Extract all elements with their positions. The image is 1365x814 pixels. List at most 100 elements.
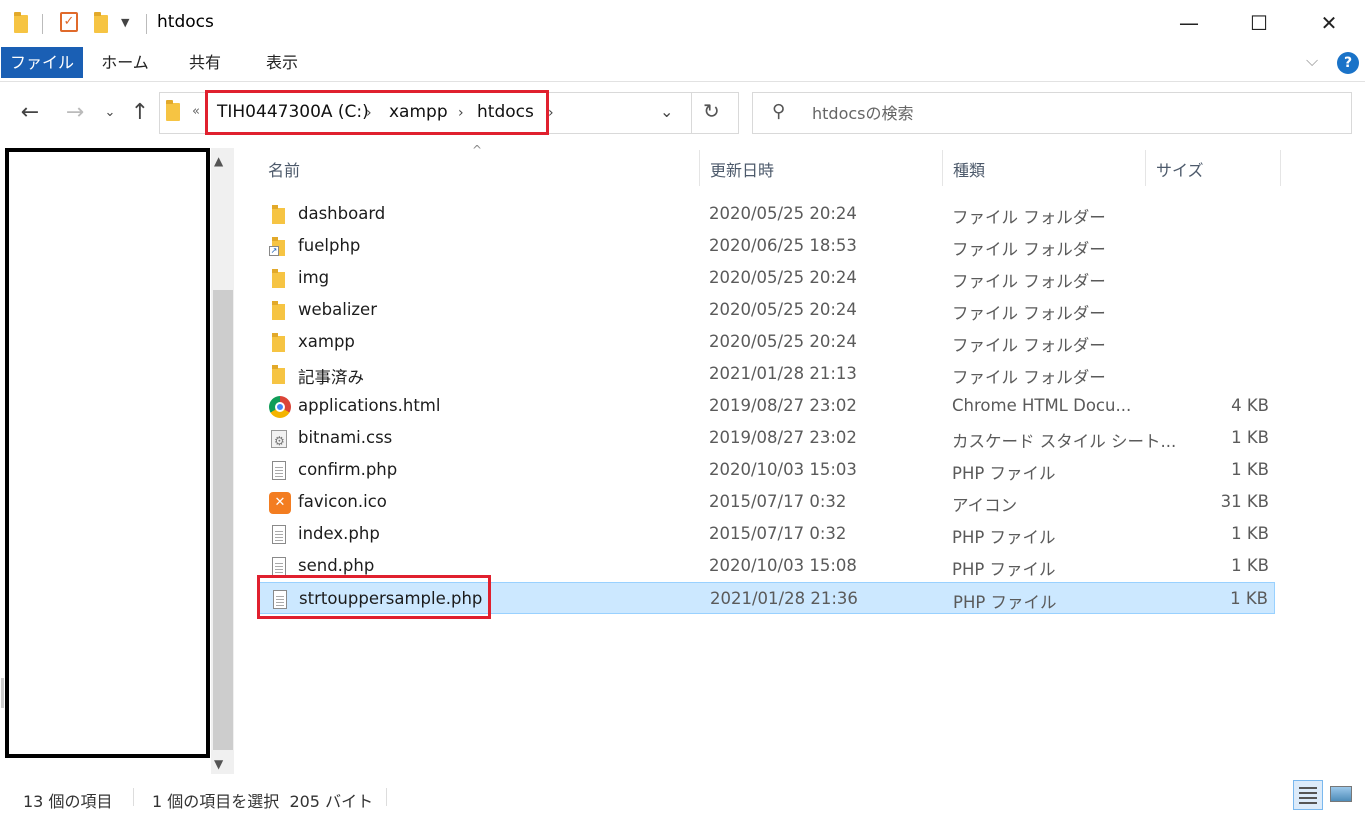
- file-date: 2019/08/27 23:02: [709, 428, 857, 447]
- folder-icon: [14, 12, 34, 34]
- tab-file[interactable]: ファイル: [1, 47, 83, 78]
- file-type: PHP ファイル: [952, 528, 1056, 547]
- search-input[interactable]: [812, 100, 1312, 126]
- divider: [691, 92, 692, 134]
- separator: [42, 14, 43, 34]
- file-type: ファイル フォルダー: [952, 240, 1106, 259]
- shortcut-icon: ↗: [269, 236, 289, 258]
- divider: [133, 788, 134, 806]
- file-row[interactable]: img 2020/05/25 20:24 ファイル フォルダー: [259, 262, 1275, 294]
- breadcrumb-drive[interactable]: TIH0447300A (C:): [217, 102, 369, 122]
- file-type: ファイル フォルダー: [952, 336, 1106, 355]
- file-row[interactable]: 記事済み 2021/01/28 21:13 ファイル フォルダー: [259, 358, 1275, 390]
- refresh-icon[interactable]: ↻: [703, 99, 720, 123]
- file-name: send.php: [298, 556, 375, 575]
- file-size: 1 KB: [1231, 524, 1269, 543]
- file-size: 1 KB: [1231, 556, 1269, 575]
- chrome-icon: [269, 396, 291, 418]
- back-button[interactable]: ←: [15, 96, 45, 130]
- help-icon[interactable]: ?: [1337, 52, 1359, 74]
- file-name: xampp: [298, 332, 355, 351]
- quick-access-dropdown-icon[interactable]: ▼: [121, 16, 129, 29]
- item-count: 13 個の項目: [23, 792, 113, 811]
- column-header-name[interactable]: 名前: [268, 157, 300, 181]
- nav-scrollbar-thumb[interactable]: [213, 290, 233, 750]
- chevron-right-icon[interactable]: ›: [548, 105, 554, 121]
- selection-info: 1 個の項目を選択 205 バイト: [152, 792, 374, 811]
- file-row[interactable]: webalizer 2020/05/25 20:24 ファイル フォルダー: [259, 294, 1275, 326]
- file-type: PHP ファイル: [953, 593, 1057, 612]
- new-folder-icon[interactable]: [94, 12, 114, 34]
- chevron-right-icon[interactable]: ›: [458, 105, 464, 121]
- file-type: カスケード スタイル シート...: [952, 432, 1177, 451]
- file-date: 2020/05/25 20:24: [709, 204, 857, 223]
- large-icons-view-icon[interactable]: [1329, 783, 1353, 805]
- file-size: 31 KB: [1220, 492, 1269, 511]
- navigation-pane[interactable]: [5, 148, 210, 758]
- folder-icon: [269, 204, 289, 226]
- file-highlight-box: [257, 575, 491, 619]
- file-size: 1 KB: [1231, 428, 1269, 447]
- chevron-right-icon[interactable]: ›: [366, 105, 372, 121]
- file-type: Chrome HTML Docu...: [952, 396, 1132, 415]
- column-divider[interactable]: [1145, 150, 1146, 186]
- recent-locations-icon[interactable]: ⌄: [95, 96, 125, 130]
- separator: [146, 14, 147, 34]
- window-title: htdocs: [157, 12, 214, 32]
- file-size: 1 KB: [1231, 460, 1269, 479]
- file-row[interactable]: xampp 2020/05/25 20:24 ファイル フォルダー: [259, 326, 1275, 358]
- tab-share[interactable]: 共有: [178, 46, 232, 78]
- column-divider[interactable]: [1280, 150, 1281, 186]
- column-header-size[interactable]: サイズ: [1156, 157, 1204, 181]
- maximize-button[interactable]: ☐: [1236, 6, 1282, 40]
- file-name: img: [298, 268, 330, 287]
- file-name: index.php: [298, 524, 380, 543]
- folder-icon: [166, 100, 180, 125]
- file-row[interactable]: ↗ fuelphp 2020/06/25 18:53 ファイル フォルダー: [259, 230, 1275, 262]
- address-dropdown-icon[interactable]: ⌄: [660, 102, 673, 121]
- up-button[interactable]: ↑: [125, 96, 155, 130]
- file-size: 1 KB: [1230, 589, 1268, 608]
- column-header-type[interactable]: 種類: [953, 157, 985, 181]
- scroll-up-icon[interactable]: ▲: [214, 154, 223, 168]
- tab-view[interactable]: 表示: [254, 46, 310, 78]
- title-bar: ✓ ▼ htdocs — ☐ ✕: [0, 0, 1365, 46]
- file-name: fuelphp: [298, 236, 361, 255]
- search-icon: ⚲: [772, 101, 786, 122]
- folder-icon: [269, 332, 289, 354]
- file-type: PHP ファイル: [952, 560, 1056, 579]
- file-date: 2015/07/17 0:32: [709, 524, 847, 543]
- explorer-window: ✓ ▼ htdocs — ☐ ✕ ファイル ホーム 共有 表示 ⌵ ? ← → …: [0, 0, 1365, 814]
- file-name: confirm.php: [298, 460, 398, 479]
- properties-icon[interactable]: ✓: [60, 12, 78, 32]
- minimize-button[interactable]: —: [1166, 6, 1212, 40]
- column-divider[interactable]: [699, 150, 700, 186]
- file-type: ファイル フォルダー: [952, 368, 1106, 387]
- tab-home[interactable]: ホーム: [96, 46, 154, 78]
- file-type: ファイル フォルダー: [952, 272, 1106, 291]
- file-date: 2020/10/03 15:03: [709, 460, 857, 479]
- overflow-crumb[interactable]: «: [192, 104, 200, 119]
- ribbon-tabs: ファイル ホーム 共有 表示 ⌵ ?: [0, 46, 1365, 82]
- expand-ribbon-icon[interactable]: ⌵: [1306, 51, 1318, 71]
- close-button[interactable]: ✕: [1306, 6, 1352, 40]
- pane-splitter[interactable]: [1, 678, 4, 708]
- file-row[interactable]: ✕ favicon.ico 2015/07/17 0:32 アイコン 31 KB: [259, 486, 1275, 518]
- breadcrumb-htdocs[interactable]: htdocs: [477, 102, 534, 122]
- file-row[interactable]: confirm.php 2020/10/03 15:03 PHP ファイル 1 KB: [259, 454, 1275, 486]
- column-header-date[interactable]: 更新日時: [710, 157, 774, 181]
- file-row[interactable]: applications.html 2019/08/27 23:02 Chrome …: [259, 390, 1275, 422]
- file-row[interactable]: index.php 2015/07/17 0:32 PHP ファイル 1 KB: [259, 518, 1275, 550]
- css-file-icon: [269, 428, 289, 450]
- file-name: dashboard: [298, 204, 386, 223]
- file-row[interactable]: bitnami.css 2019/08/27 23:02 カスケード スタイル シー…: [259, 422, 1275, 454]
- file-row[interactable]: dashboard 2020/05/25 20:24 ファイル フォルダー: [259, 198, 1275, 230]
- forward-button[interactable]: →: [60, 96, 90, 130]
- file-date: 2020/06/25 18:53: [709, 236, 857, 255]
- folder-icon: [269, 364, 289, 386]
- file-date: 2019/08/27 23:02: [709, 396, 857, 415]
- breadcrumb-xampp[interactable]: xampp: [389, 102, 448, 122]
- column-divider[interactable]: [942, 150, 943, 186]
- details-view-icon[interactable]: [1293, 780, 1323, 810]
- scroll-down-icon[interactable]: ▼: [214, 757, 223, 771]
